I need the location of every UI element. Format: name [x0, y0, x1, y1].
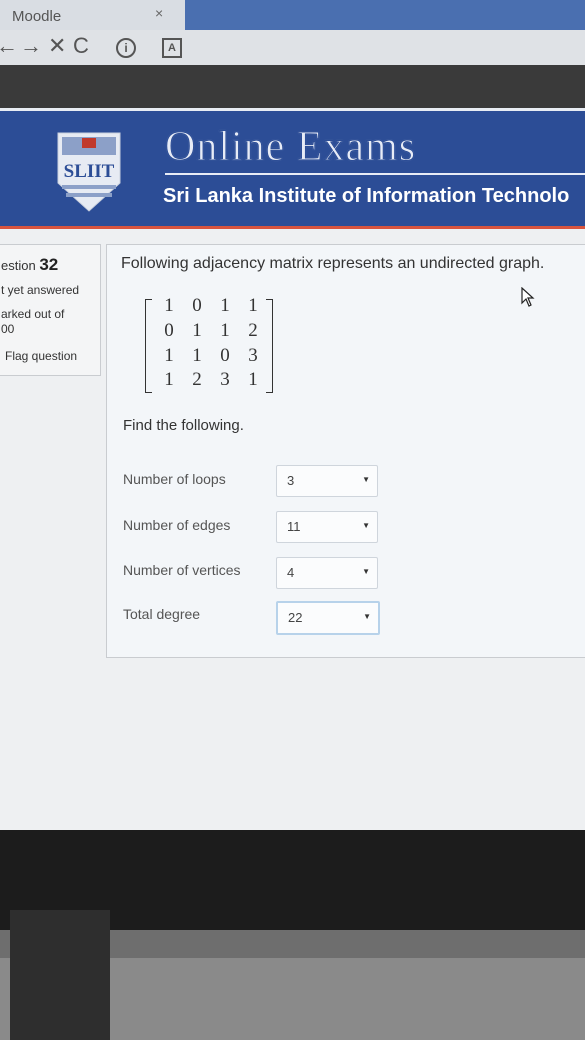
edges-select[interactable]: 11 ▼ — [276, 511, 378, 543]
matrix-cell: 1 — [164, 369, 174, 390]
matrix-cell: 2 — [248, 320, 258, 341]
matrix-cell: 1 — [220, 320, 230, 341]
total-degree-value: 22 — [288, 610, 303, 625]
question-mark: arked out of 00 — [1, 307, 64, 337]
loops-label: Number of loops — [123, 471, 226, 487]
flag-question-link[interactable]: Flag question — [5, 349, 77, 363]
matrix-cell: 1 — [164, 295, 174, 316]
banner-divider — [165, 173, 585, 175]
loops-select[interactable]: 3 ▼ — [276, 465, 378, 497]
matrix-row: 0 1 1 2 — [155, 320, 267, 342]
mark-value: 00 — [1, 322, 15, 336]
matrix-row: 1 1 0 3 — [155, 345, 267, 367]
matrix-cell: 2 — [192, 369, 202, 390]
vertices-label: Number of vertices — [123, 562, 241, 578]
find-label: Find the following. — [123, 417, 244, 434]
question-number-value: 32 — [39, 255, 59, 274]
banner-subtitle: Sri Lanka Institute of Information Techn… — [163, 185, 570, 207]
question-number: estion 32 — [1, 255, 58, 275]
question-content: Following adjacency matrix represents an… — [106, 244, 585, 658]
vertices-select[interactable]: 4 ▼ — [276, 557, 378, 589]
adjacency-matrix: 1 0 1 1 0 1 1 2 1 1 0 3 1 2 3 1 — [145, 295, 273, 395]
matrix-cell: 1 — [248, 369, 258, 390]
browser-tab-strip: Moodle × — [0, 0, 585, 30]
chevron-down-icon: ▼ — [362, 521, 370, 530]
matrix-cell: 0 — [192, 295, 202, 316]
mouse-cursor-icon — [521, 287, 535, 307]
exam-page: SLIIT Online Exams Sri Lanka Institute o… — [0, 108, 585, 830]
matrix-cell: 0 — [220, 345, 230, 366]
mark-label: arked out of — [1, 307, 65, 321]
site-info-icon[interactable]: i — [116, 38, 136, 58]
matrix-cell: 1 — [192, 345, 202, 366]
logo-text: SLIIT — [64, 161, 115, 182]
matrix-cell: 3 — [220, 369, 230, 390]
reload-icon[interactable]: C — [73, 33, 89, 59]
chevron-down-icon: ▼ — [363, 612, 371, 621]
stop-icon[interactable]: ✕ — [48, 33, 66, 59]
header-banner: SLIIT Online Exams Sri Lanka Institute o… — [0, 108, 585, 229]
phone-strap — [10, 910, 110, 1040]
loops-value: 3 — [287, 473, 295, 488]
question-text: Following adjacency matrix represents an… — [121, 255, 545, 272]
chevron-down-icon: ▼ — [362, 567, 370, 576]
question-label: estion — [1, 258, 36, 273]
matrix-cell: 1 — [248, 295, 258, 316]
vertices-value: 4 — [287, 565, 295, 580]
forward-icon[interactable]: → — [20, 33, 42, 59]
banner-title: Online Exams — [164, 124, 417, 171]
sliit-logo: SLIIT — [57, 132, 121, 212]
matrix-cell: 1 — [220, 295, 230, 316]
browser-toolbar: ← → ✕ C i A — [0, 30, 585, 65]
matrix-row: 1 2 3 1 — [155, 369, 267, 391]
edges-label: Number of edges — [123, 517, 231, 533]
matrix-cell: 0 — [164, 320, 174, 341]
matrix-right-bracket — [266, 299, 273, 393]
browser-tab[interactable]: Moodle × — [0, 0, 185, 30]
back-icon[interactable]: ← — [0, 33, 18, 59]
total-degree-label: Total degree — [123, 606, 201, 622]
matrix-cell: 3 — [248, 345, 258, 366]
matrix-row: 1 0 1 1 — [155, 295, 267, 317]
matrix-cell: 1 — [192, 320, 202, 341]
chevron-down-icon: ▼ — [362, 475, 370, 484]
tab-close-icon[interactable]: × — [155, 5, 163, 21]
extension-icon[interactable]: A — [162, 38, 182, 58]
matrix-left-bracket — [145, 299, 152, 393]
tab-title: Moodle — [12, 8, 62, 25]
edges-value: 11 — [287, 519, 301, 534]
total-degree-select[interactable]: 22 ▼ — [276, 601, 380, 635]
matrix-cell: 1 — [164, 345, 174, 366]
question-info-panel: estion 32 t yet answered arked out of 00… — [0, 244, 101, 376]
window-frame — [0, 65, 585, 110]
header-accent-line — [0, 226, 585, 229]
question-status: t yet answered — [1, 283, 80, 297]
